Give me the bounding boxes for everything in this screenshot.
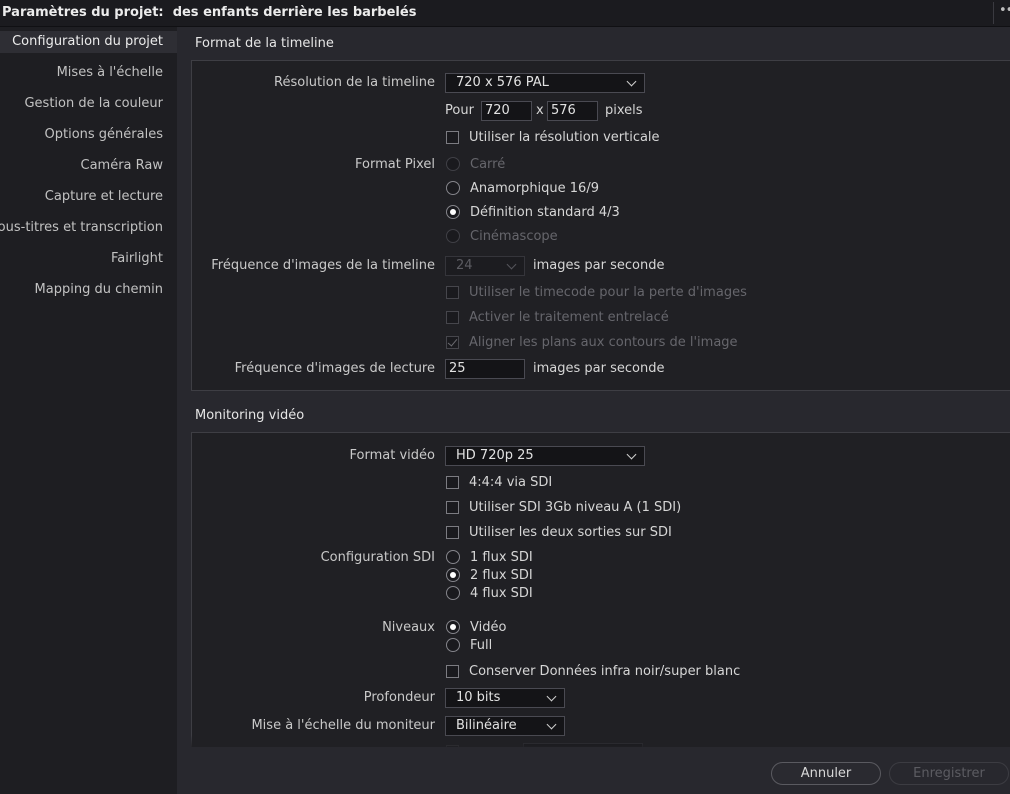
title-separator [993, 2, 994, 24]
dialog-footer: Annuler Enregistrer [177, 747, 1010, 794]
sidebar-item-project-config[interactable]: Configuration du projet [0, 31, 177, 53]
monitor-scaling-label: Mise à l'échelle du moniteur [251, 718, 435, 733]
levels-video-label: Vidéo [470, 620, 507, 635]
sidebar-item-color-management[interactable]: Gestion de la couleur [0, 93, 163, 115]
fps-unit-label: images par seconde [533, 258, 665, 273]
playback-framerate-label: Fréquence d'images de lecture [234, 361, 435, 376]
vertical-resolution-checkbox[interactable] [446, 131, 459, 144]
chevron-down-icon [626, 76, 637, 87]
radio-selected-dot [450, 624, 456, 630]
sdi-444-label: 4:4:4 via SDI [469, 475, 553, 490]
video-format-label: Format vidéo [349, 448, 435, 463]
pixel-sd43-label: Définition standard 4/3 [470, 205, 620, 220]
align-label: Aligner les plans aux contours de l'imag… [469, 335, 738, 350]
sdi-4-label: 4 flux SDI [470, 586, 533, 601]
timeline-framerate-dropdown: 24 [445, 256, 525, 276]
save-button[interactable]: Enregistrer [889, 762, 1009, 785]
video-monitoring-panel: Format vidéo HD 720p 25 4:4:4 via SDI Ut… [191, 432, 1010, 763]
interlace-label: Activer le traitement entrelacé [469, 310, 669, 325]
chevron-down-icon [506, 259, 517, 270]
dual-sdi-checkbox[interactable] [446, 526, 459, 539]
video-format-dropdown[interactable]: HD 720p 25 [445, 446, 645, 466]
pixel-format-label: Format Pixel [354, 157, 435, 172]
sdi-3gb-checkbox[interactable] [446, 501, 459, 514]
pixel-anamorphic-label: Anamorphique 16/9 [470, 181, 599, 196]
vertical-resolution-label: Utiliser la résolution verticale [469, 130, 660, 145]
sidebar-item-capture-playback[interactable]: Capture et lecture [0, 186, 163, 208]
window-title: Paramètres du projet: des enfants derriè… [2, 5, 417, 20]
sdi-1-label: 1 flux SDI [470, 550, 533, 565]
depth-dropdown[interactable]: 10 bits [445, 688, 565, 708]
chevron-down-icon [626, 449, 637, 460]
playback-unit-label: images par seconde [533, 361, 665, 376]
pour-label: Pour [445, 103, 474, 118]
pixel-cinemascope-label: Cinémascope [470, 229, 558, 244]
sidebar-item-general-options[interactable]: Options générales [0, 124, 163, 146]
pixel-anamorphic-radio[interactable] [446, 181, 460, 195]
sdi-config-label: Configuration SDI [320, 550, 435, 565]
dropframe-label: Utiliser le timecode pour la perte d'ima… [469, 285, 747, 300]
cancel-button[interactable]: Annuler [771, 762, 881, 785]
chevron-down-icon [546, 691, 557, 702]
sdi-2-radio[interactable] [446, 568, 460, 582]
pixel-cinemascope-radio [446, 229, 460, 243]
resolution-dropdown[interactable]: 720 x 576 PAL [445, 73, 645, 93]
levels-video-radio[interactable] [446, 620, 460, 634]
pixel-sd43-radio[interactable] [446, 205, 460, 219]
dual-sdi-label: Utiliser les deux sorties sur SDI [469, 525, 672, 540]
interlace-checkbox [446, 311, 459, 324]
sdi-2-label: 2 flux SDI [470, 568, 533, 583]
timeline-format-panel: Résolution de la timeline 720 x 576 PAL … [191, 60, 1010, 391]
sdi-444-checkbox[interactable] [446, 476, 459, 489]
resolution-label: Résolution de la timeline [274, 75, 435, 90]
radio-selected-dot [450, 572, 456, 578]
pixel-square-radio [446, 157, 460, 171]
section-title-timeline-format: Format de la timeline [195, 36, 334, 51]
sidebar-item-path-mapping[interactable]: Mapping du chemin [0, 279, 163, 301]
checkmark-icon [447, 336, 458, 347]
retain-data-checkbox[interactable] [446, 665, 459, 678]
retain-data-label: Conserver Données infra noir/super blanc [469, 664, 741, 679]
width-field[interactable]: 720 [481, 101, 532, 121]
sdi-4-radio[interactable] [446, 586, 460, 600]
settings-sidebar: Configuration du projet Mises à l'échell… [0, 27, 177, 794]
depth-label: Profondeur [363, 690, 435, 705]
height-field[interactable]: 576 [547, 101, 598, 121]
ellipsis-icon[interactable]: •• [999, 3, 1010, 18]
radio-selected-dot [450, 209, 456, 215]
title-bar: Paramètres du projet: des enfants derriè… [0, 0, 1010, 27]
levels-full-label: Full [470, 638, 493, 653]
x-separator: x [536, 103, 544, 118]
levels-label: Niveaux [382, 620, 435, 635]
monitor-scaling-dropdown[interactable]: Bilinéaire [445, 716, 565, 736]
dropframe-checkbox [446, 286, 459, 299]
pixels-label: pixels [605, 103, 643, 118]
sdi-1-radio[interactable] [446, 550, 460, 564]
playback-framerate-field[interactable]: 25 [445, 359, 525, 379]
timeline-framerate-label: Fréquence d'images de la timeline [211, 258, 435, 273]
sidebar-item-subtitles[interactable]: Sous-titres et transcription [0, 217, 163, 239]
section-title-video-monitoring: Monitoring vidéo [195, 408, 305, 423]
chevron-down-icon [546, 719, 557, 730]
levels-full-radio[interactable] [446, 638, 460, 652]
align-checkbox [446, 336, 459, 349]
pixel-square-label: Carré [470, 157, 506, 172]
sdi-3gb-label: Utiliser SDI 3Gb niveau A (1 SDI) [469, 500, 682, 515]
